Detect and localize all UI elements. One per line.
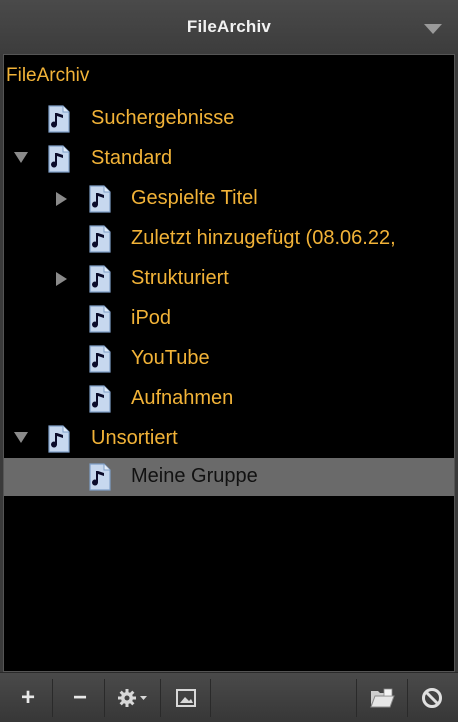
tree-item-label: Zuletzt hinzugefügt (08.06.22, xyxy=(131,227,396,249)
bottom-toolbar: + − xyxy=(0,672,458,722)
tree-item-gespielte-titel[interactable]: Gespielte Titel xyxy=(4,180,454,218)
cancel-button[interactable] xyxy=(408,679,456,717)
music-note-document-icon xyxy=(88,345,112,373)
open-folder-icon xyxy=(369,687,395,709)
remove-button[interactable]: − xyxy=(56,679,105,717)
disclosure-triangle-expanded-icon[interactable] xyxy=(14,152,28,163)
tree-item-label: YouTube xyxy=(131,347,210,369)
tree-item-unsortiert[interactable]: Unsortiert xyxy=(4,420,454,458)
tree-item-label: Gespielte Titel xyxy=(131,187,258,209)
add-button[interactable]: + xyxy=(4,679,53,717)
archive-tree: FileArchiv Suchergebnisse Standard Gespi… xyxy=(3,54,455,672)
tree-root-label[interactable]: FileArchiv xyxy=(6,65,89,87)
panel-menu-dropdown-icon[interactable] xyxy=(424,24,442,34)
music-note-document-icon xyxy=(47,145,71,173)
tree-item-meine-gruppe[interactable]: Meine Gruppe xyxy=(4,458,454,496)
tree-item-label: Strukturiert xyxy=(131,267,229,289)
tree-item-strukturiert[interactable]: Strukturiert xyxy=(4,260,454,298)
music-note-document-icon xyxy=(88,463,112,491)
tree-item-label: Aufnahmen xyxy=(131,387,234,409)
minus-icon: − xyxy=(72,684,87,711)
tree-item-aufnahmen[interactable]: Aufnahmen xyxy=(4,380,454,418)
gear-menu-button[interactable] xyxy=(106,679,161,717)
tree-item-label: Meine Gruppe xyxy=(131,465,258,487)
disclosure-triangle-collapsed-icon[interactable] xyxy=(56,272,67,286)
tree-item-youtube[interactable]: YouTube xyxy=(4,340,454,378)
panel-titlebar: FileArchiv xyxy=(0,0,458,54)
image-view-button[interactable] xyxy=(162,679,211,717)
tree-item-suchergebnisse[interactable]: Suchergebnisse xyxy=(4,100,454,138)
plus-icon: + xyxy=(20,684,35,711)
music-note-document-icon xyxy=(88,305,112,333)
tree-item-ipod[interactable]: iPod xyxy=(4,300,454,338)
tree-item-label: Standard xyxy=(91,147,173,169)
folder-button[interactable] xyxy=(356,679,408,717)
panel-title: FileArchiv xyxy=(186,17,272,36)
tree-item-label: Unsortiert xyxy=(91,427,178,449)
tree-item-standard[interactable]: Standard xyxy=(4,140,454,178)
tree-item-label: Suchergebnisse xyxy=(91,107,235,129)
music-note-document-icon xyxy=(88,265,112,293)
gear-icon xyxy=(116,687,150,709)
disclosure-triangle-collapsed-icon[interactable] xyxy=(56,192,67,206)
file-archive-panel: FileArchiv FileArchiv Suchergebnisse Sta… xyxy=(0,0,458,722)
music-note-document-icon xyxy=(47,425,71,453)
music-note-document-icon xyxy=(88,225,112,253)
picture-frame-icon xyxy=(176,689,196,707)
music-note-document-icon xyxy=(47,105,71,133)
disclosure-triangle-expanded-icon[interactable] xyxy=(14,432,28,443)
prohibited-icon xyxy=(421,687,443,709)
tree-item-label: iPod xyxy=(131,307,172,329)
music-note-document-icon xyxy=(88,185,112,213)
tree-item-zuletzt-hinzugefuegt[interactable]: Zuletzt hinzugefügt (08.06.22, xyxy=(4,220,454,258)
music-note-document-icon xyxy=(88,385,112,413)
